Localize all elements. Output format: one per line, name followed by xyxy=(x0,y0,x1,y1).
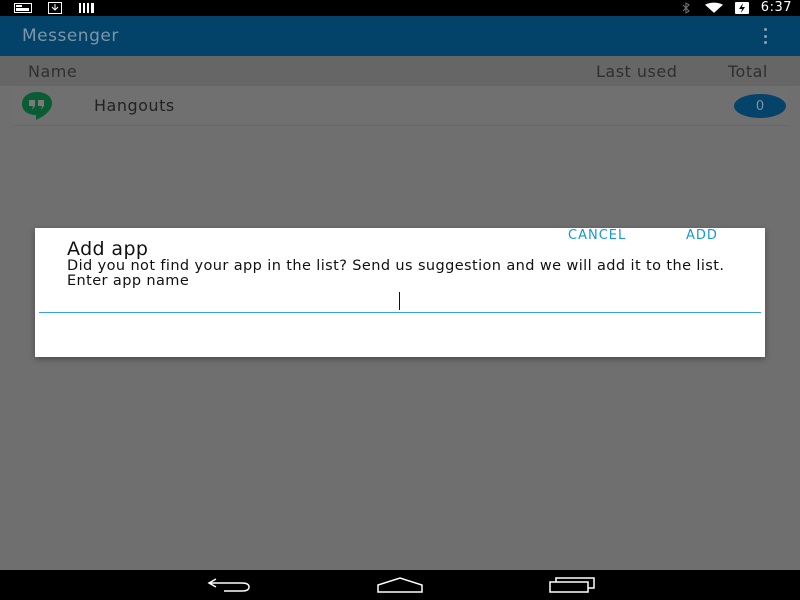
back-icon[interactable] xyxy=(205,576,253,594)
column-header-name[interactable]: Name xyxy=(28,62,77,81)
recents-icon[interactable] xyxy=(548,576,596,594)
column-header-last-used[interactable]: Last used xyxy=(596,62,677,81)
download-icon xyxy=(46,2,64,14)
add-button[interactable]: ADD xyxy=(686,228,718,243)
status-bar-notifications xyxy=(14,2,96,14)
dialog-message: Did you not find your app in the list? S… xyxy=(67,258,725,289)
list-item[interactable]: Hangouts 0 xyxy=(14,86,788,126)
text-cursor xyxy=(399,292,400,310)
wifi-icon xyxy=(704,2,723,14)
overflow-menu-icon[interactable] xyxy=(762,28,768,44)
list-header: Name Last used Total xyxy=(0,56,800,86)
battery-charging-icon xyxy=(733,2,751,14)
app-name: Hangouts xyxy=(94,96,175,115)
cancel-button[interactable]: CANCEL xyxy=(568,228,626,243)
column-header-total[interactable]: Total xyxy=(728,62,768,81)
barcode-icon xyxy=(78,2,96,14)
add-app-dialog: Add app Did you not find your app in the… xyxy=(35,228,765,357)
dialog-title: Add app xyxy=(67,238,149,260)
toolbar: Messenger xyxy=(0,16,800,56)
status-time: 6:37 xyxy=(760,0,792,15)
navigation-bar xyxy=(0,570,800,600)
app-name-input[interactable] xyxy=(39,291,761,313)
hangouts-icon xyxy=(20,91,54,121)
usage-count-badge: 0 xyxy=(734,94,786,118)
home-icon[interactable] xyxy=(376,576,424,594)
status-bar: 6:37 xyxy=(0,0,800,16)
notification-card-icon xyxy=(14,2,32,14)
status-bar-system: 6:37 xyxy=(677,0,792,16)
bluetooth-icon xyxy=(677,2,695,14)
app-title: Messenger xyxy=(22,26,119,46)
